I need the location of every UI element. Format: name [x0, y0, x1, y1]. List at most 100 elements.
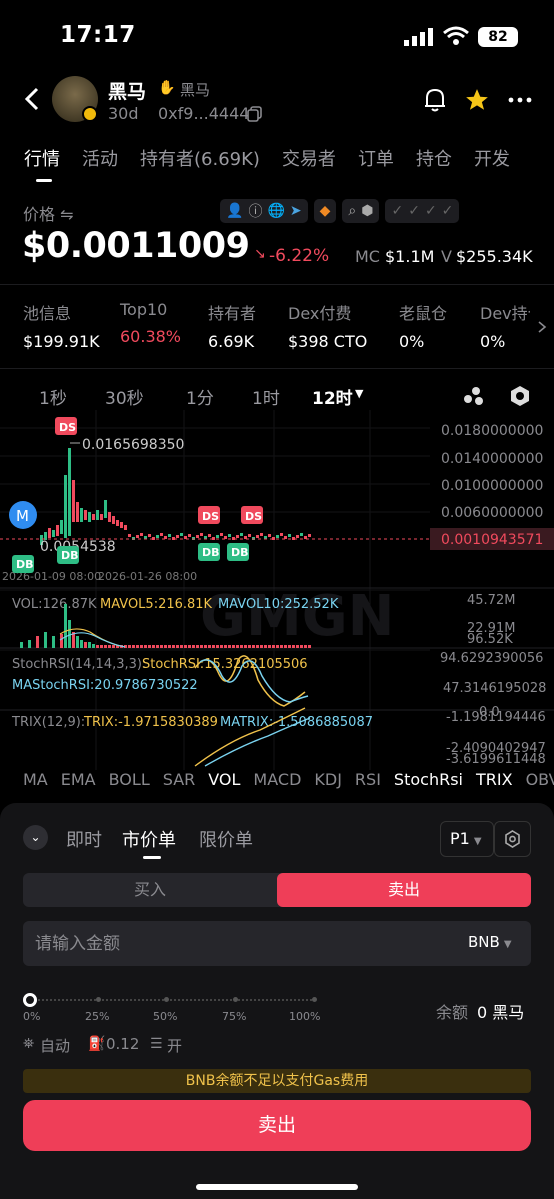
settings-button[interactable] [494, 821, 531, 857]
bubbles-icon[interactable] [463, 386, 485, 406]
candle [88, 512, 91, 522]
tab-dev[interactable]: 开发 [474, 145, 510, 185]
slider-tick [164, 997, 169, 1002]
db-marker[interactable]: DB [57, 546, 79, 564]
volume-bar [224, 645, 227, 648]
stat-holders[interactable]: 持有者 6.69K [208, 300, 288, 351]
ds-marker[interactable]: DS [198, 506, 220, 524]
amount-slider-handle[interactable] [23, 993, 37, 1007]
tab-holders[interactable]: 持有者(6.69K) [140, 145, 260, 185]
volume-bar [156, 645, 159, 648]
candle [96, 510, 99, 520]
star-icon[interactable] [464, 87, 490, 113]
slider-tick [312, 997, 317, 1002]
indicator-sar[interactable]: SAR [163, 770, 196, 789]
indicator-vol[interactable]: VOL [208, 770, 240, 789]
stat-label: 老鼠仓 [399, 304, 448, 323]
stat-pool[interactable]: 池信息 $199.91K [23, 300, 120, 351]
price-label[interactable]: 价格 ⇋ [23, 201, 74, 225]
tab-traders[interactable]: 交易者 [282, 145, 336, 185]
sell-toggle[interactable]: 卖出 [277, 873, 531, 907]
tab-market[interactable]: 行情 [24, 145, 60, 185]
cube-icon[interactable]: ⬢ [361, 203, 373, 219]
globe-icon[interactable]: 🌐 [267, 203, 284, 219]
indicator-ema[interactable]: EMA [61, 770, 96, 789]
slider-mark[interactable]: 75% [222, 1010, 246, 1023]
volume-bar [28, 640, 31, 648]
contract-address[interactable]: 0xf9...4444 [158, 104, 249, 123]
slider-mark[interactable]: 100% [289, 1010, 320, 1023]
info-icon[interactable]: ⓘ [248, 201, 262, 221]
indicator-ma[interactable]: MA [23, 770, 48, 789]
slippage-auto[interactable]: 自动 [40, 1035, 70, 1056]
ds-marker[interactable]: DS [241, 506, 263, 524]
preset-select[interactable]: P1 ▼ [440, 821, 494, 857]
candlestick-chart[interactable]: GMGN 0.0010943571 0.0180000000 0.0140000… [0, 410, 554, 770]
stat-insiders[interactable]: 老鼠仓 0% [399, 300, 480, 351]
chevron-right-icon[interactable] [537, 320, 547, 334]
db-marker[interactable]: DB [12, 555, 34, 573]
token-select[interactable]: BNB ▼ [468, 933, 512, 951]
fox-pill: ◆ [313, 199, 337, 223]
order-tab-limit[interactable]: 限价单 [199, 826, 253, 852]
buy-toggle[interactable]: 买入 [23, 873, 277, 907]
tab-positions[interactable]: 持仓 [416, 145, 452, 185]
slider-mark[interactable]: 50% [153, 1010, 177, 1023]
volume-bar [60, 634, 63, 648]
high-price-label: 0.0165698350 [82, 437, 184, 453]
db-marker[interactable]: DB [227, 543, 249, 561]
search-icon[interactable]: ⌕ [348, 203, 356, 219]
indicator-kdj[interactable]: KDJ [314, 770, 342, 789]
timeframe-1s[interactable]: 1秒 [39, 384, 67, 409]
indicator-boll[interactable]: BOLL [109, 770, 150, 789]
stat-top10[interactable]: Top10 60.38% [120, 300, 208, 351]
amount-input[interactable] [35, 931, 415, 956]
order-tab-market[interactable]: 市价单 [122, 826, 176, 852]
db-marker[interactable]: DB [198, 543, 220, 561]
copy-icon[interactable] [247, 106, 263, 122]
settings-hex-icon[interactable] [509, 385, 531, 407]
volume-bar [36, 636, 39, 648]
collapse-icon[interactable]: ⌄ [23, 825, 48, 850]
slider-mark[interactable]: 0% [23, 1010, 40, 1023]
indicator-macd[interactable]: MACD [253, 770, 301, 789]
fox-icon[interactable]: ◆ [320, 203, 331, 219]
tab-orders[interactable]: 订单 [358, 145, 394, 185]
candle [216, 535, 219, 538]
indicator-stochrsi[interactable]: StochRsi [394, 770, 463, 789]
timeframe-30s[interactable]: 30秒 [105, 384, 144, 409]
sell-button[interactable]: 卖出 [23, 1100, 531, 1151]
volume-bar [264, 645, 267, 648]
stat-dex-paid[interactable]: Dex付费 $398 CTO [288, 300, 399, 351]
telegram-icon[interactable]: ➤ [290, 203, 302, 219]
more-icon[interactable] [508, 96, 532, 104]
timeframe-1h[interactable]: 1时 [252, 384, 280, 409]
candle [248, 534, 251, 537]
back-icon[interactable] [22, 86, 42, 112]
indicator-rsi[interactable]: RSI [355, 770, 381, 789]
social-links-bar: 👤 ⓘ 🌐 ➤ ◆ ⌕ ⬢ ✓ ✓ ✓ ✓ [220, 199, 460, 223]
m-marker[interactable]: M [9, 501, 37, 529]
order-tab-instant[interactable]: 即时 [66, 826, 102, 852]
slider-mark[interactable]: 25% [85, 1010, 109, 1023]
volume-bar [280, 645, 283, 648]
mev-toggle[interactable]: 开 [167, 1035, 182, 1056]
amount-field[interactable]: BNB▼ [23, 921, 531, 966]
indicator-trix[interactable]: TRIX [476, 770, 513, 789]
tab-activity[interactable]: 活动 [82, 145, 118, 185]
volume-bar [288, 645, 291, 648]
timeframe-12h[interactable]: 12时 [312, 384, 353, 409]
stochrsi-axis-label: 94.6292390056 [440, 651, 543, 666]
amount-slider-track[interactable] [30, 999, 316, 1001]
user-icon[interactable]: 👤 [226, 203, 243, 219]
indicator-obv[interactable]: OBV [526, 770, 554, 789]
check-icon: ✓ [408, 203, 420, 219]
ds-marker[interactable]: DS [55, 417, 77, 435]
timeframe-1m[interactable]: 1分 [186, 384, 214, 409]
candle [100, 514, 103, 520]
volume-bar [64, 604, 67, 648]
bell-icon[interactable] [423, 87, 447, 113]
gas-value[interactable]: 0.12 [106, 1035, 139, 1053]
stat-dev-holding[interactable]: Dev持仓 0% [480, 300, 530, 351]
candle [256, 535, 259, 538]
